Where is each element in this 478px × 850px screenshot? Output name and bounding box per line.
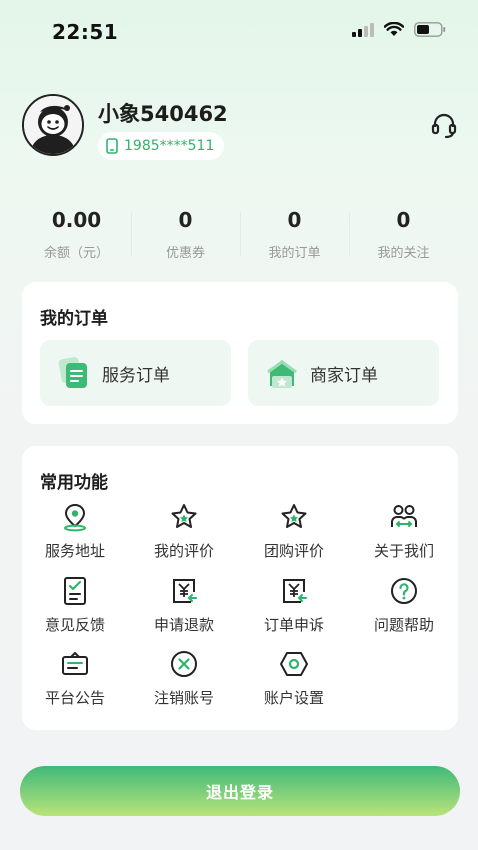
stats-row: 0.00 余额（元） 0 优惠券 0 我的订单 0 我的关注 — [22, 206, 458, 266]
status-bar: 22:51 — [0, 0, 478, 60]
phone-icon — [106, 138, 118, 154]
feature-label: 注销账号 — [153, 689, 214, 707]
stat-label: 我的订单 — [268, 246, 321, 261]
username: 小象540462 — [98, 102, 228, 126]
stat-label: 优惠券 — [165, 246, 205, 261]
settings-icon — [280, 652, 308, 676]
feature-delete-account[interactable]: 注销账号 — [134, 649, 234, 708]
wifi-icon — [384, 22, 404, 36]
status-icons — [352, 22, 446, 37]
battery-icon — [414, 22, 446, 37]
status-time: 22:51 — [52, 20, 119, 44]
close-circle-icon — [171, 651, 197, 677]
stat-value: 0 — [178, 208, 193, 232]
stat-balance[interactable]: 0.00 余额（元） — [22, 206, 131, 266]
feature-order-appeal[interactable]: 订单申诉 — [244, 576, 344, 635]
stat-value: 0 — [287, 208, 302, 232]
features-title: 常用功能 — [40, 473, 108, 493]
feature-announcement[interactable]: 平台公告 — [25, 649, 125, 708]
orders-card: 我的订单 服务订单 商家订单 — [22, 282, 458, 424]
service-order-icon — [58, 357, 87, 388]
phone-badge: 1985****511 — [98, 132, 225, 160]
avatar-icon — [24, 96, 82, 154]
logout-button[interactable]: 退出登录 — [20, 766, 460, 816]
people-icon — [391, 505, 417, 527]
profile-section: 小象540462 1985****511 — [22, 94, 458, 160]
feature-label: 意见反馈 — [44, 616, 105, 634]
feature-service-address[interactable]: 服务地址 — [25, 502, 125, 561]
feature-about-us[interactable]: 关于我们 — [354, 502, 454, 561]
feature-label: 关于我们 — [373, 542, 434, 560]
cellular-signal-icon — [352, 22, 374, 37]
customer-service-icon[interactable] — [430, 112, 458, 140]
stat-value: 0.00 — [51, 208, 102, 232]
refund-icon — [173, 579, 197, 603]
service-order-label: 服务订单 — [102, 365, 170, 386]
feedback-icon — [64, 577, 86, 605]
stat-value: 0 — [396, 208, 411, 232]
appeal-icon — [283, 579, 307, 603]
feature-label: 问题帮助 — [373, 616, 434, 634]
feature-refund[interactable]: 申请退款 — [134, 576, 234, 635]
phone-number: 1985****511 — [124, 138, 215, 154]
stat-my-orders[interactable]: 0 我的订单 — [240, 206, 349, 266]
feature-my-reviews[interactable]: 我的评价 — [134, 502, 234, 561]
merchant-order-button[interactable]: 商家订单 — [248, 340, 439, 406]
help-icon — [391, 578, 417, 604]
feature-label: 账户设置 — [263, 689, 324, 707]
merchant-order-label: 商家订单 — [310, 365, 378, 386]
orders-title: 我的订单 — [40, 309, 108, 329]
service-order-button[interactable]: 服务订单 — [40, 340, 231, 406]
feature-feedback[interactable]: 意见反馈 — [25, 576, 125, 635]
star-icon — [281, 504, 307, 528]
stat-label: 余额（元） — [43, 246, 109, 261]
stat-label: 我的关注 — [377, 246, 430, 261]
feature-group-reviews[interactable]: 团购评价 — [244, 502, 344, 561]
feature-label: 平台公告 — [44, 689, 105, 707]
star-icon — [171, 504, 197, 528]
feature-label: 申请退款 — [153, 616, 214, 634]
feature-label: 我的评价 — [153, 542, 214, 560]
merchant-order-icon — [267, 360, 297, 388]
announcement-icon — [62, 652, 88, 675]
location-pin-icon — [64, 503, 86, 532]
features-card: 常用功能 服务地址 我的评价 团购评价 关于我们 意见反馈 申请退款 订单申诉 … — [22, 446, 458, 730]
stat-following[interactable]: 0 我的关注 — [349, 206, 458, 266]
feature-help[interactable]: 问题帮助 — [354, 576, 454, 635]
feature-account-settings[interactable]: 账户设置 — [244, 649, 344, 708]
feature-label: 团购评价 — [263, 542, 324, 560]
feature-label: 服务地址 — [44, 542, 105, 560]
stat-coupons[interactable]: 0 优惠券 — [131, 206, 240, 266]
feature-label: 订单申诉 — [263, 616, 324, 634]
avatar[interactable] — [22, 94, 84, 156]
